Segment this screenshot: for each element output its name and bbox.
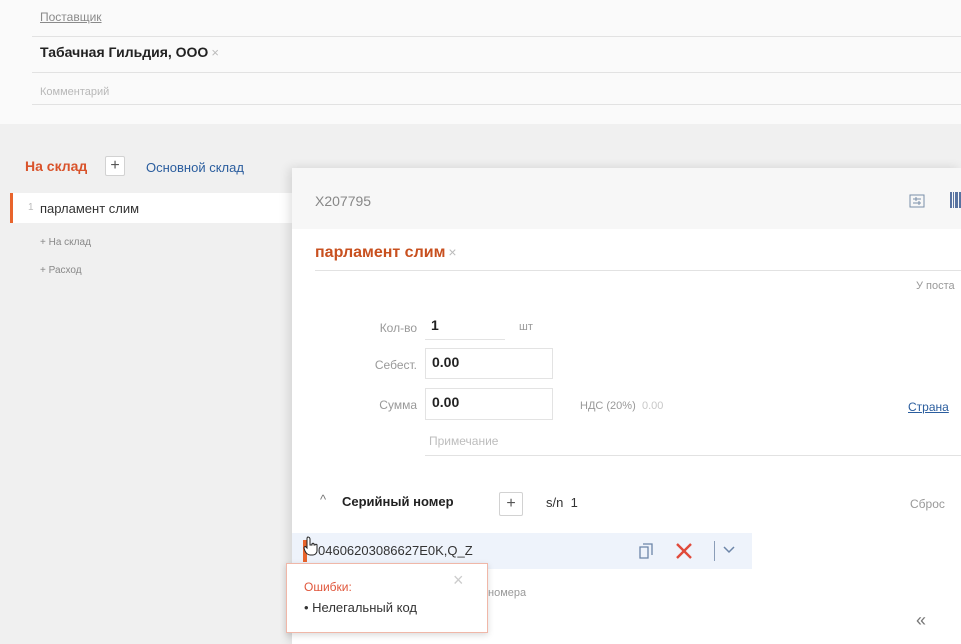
add-to-store-link[interactable]: + На склад [40,237,91,248]
item-number: 1 [28,202,34,213]
sum-label: Сумма [379,398,417,412]
list-item[interactable]: 1 парламент слим [10,193,296,223]
divider [425,455,961,456]
item-name: парламент слим [40,201,140,216]
supplier-label[interactable]: Поставщик [40,10,102,24]
vat-label: НДС (20%) [580,400,636,412]
hand-cursor-icon [303,536,318,556]
error-title: Ошибки: [304,580,352,594]
clear-supplier-icon[interactable]: × [211,45,219,60]
selection-marker [10,193,13,223]
sn-label: s/n [546,495,564,510]
qty-label: Кол-во [379,321,417,335]
main-store-link[interactable]: Основной склад [146,160,244,175]
sum-input[interactable]: 0.00 [425,388,553,420]
copy-icon[interactable] [637,542,655,560]
sn-count: s/n 1 [546,495,578,510]
cost-input[interactable]: 0.00 [425,348,553,379]
product-field[interactable]: парламент слим × [315,244,457,262]
chevron-down-icon[interactable] [722,545,736,555]
vat-value: 0.00 [642,400,664,412]
clear-product-icon[interactable]: × [448,244,456,260]
qty-unit: шт [519,321,533,333]
add-serial-button[interactable]: + [499,492,523,516]
barcode-icon[interactable] [950,192,961,208]
cost-label: Себест. [374,358,417,372]
divider [32,72,961,73]
add-store-button[interactable]: + [105,156,125,176]
serial-hint: номера [488,587,527,599]
note-input[interactable]: Примечание [429,434,498,448]
serial-value[interactable]: 04606203086627E0K,Q_Z [318,543,473,558]
reset-link[interactable]: Сброс [910,497,945,511]
document-id: X207795 [315,193,372,209]
header-panel [0,0,961,124]
separator [714,541,715,561]
comment-input[interactable]: Комментарий [40,86,109,98]
error-popup: Ошибки: • Нелегальный код × [286,563,488,633]
divider [32,36,961,37]
sn-count-value: 1 [570,495,578,510]
adjust-icon[interactable] [909,194,925,208]
modal-header [292,168,961,229]
country-link[interactable]: Страна [908,400,949,414]
pager-prev-button[interactable]: « [916,610,926,631]
divider [315,270,961,271]
supplier-value: Табачная Гильдия, ООО [40,44,209,60]
collapse-serial-icon[interactable]: ^ [320,492,326,507]
product-name: парламент слим [315,244,446,261]
serial-title: Серийный номер [342,494,454,509]
to-store-label[interactable]: На склад [25,158,87,174]
supplier-hint: У поста [916,280,955,292]
delete-icon[interactable] [675,542,693,560]
qty-input[interactable]: 1 [425,312,505,340]
divider [32,104,961,105]
supplier-field[interactable]: Табачная Гильдия, ООО × [40,44,219,60]
close-icon[interactable]: × [453,570,464,591]
add-expense-link[interactable]: + Расход [40,265,82,276]
error-item: • Нелегальный код [304,600,417,615]
